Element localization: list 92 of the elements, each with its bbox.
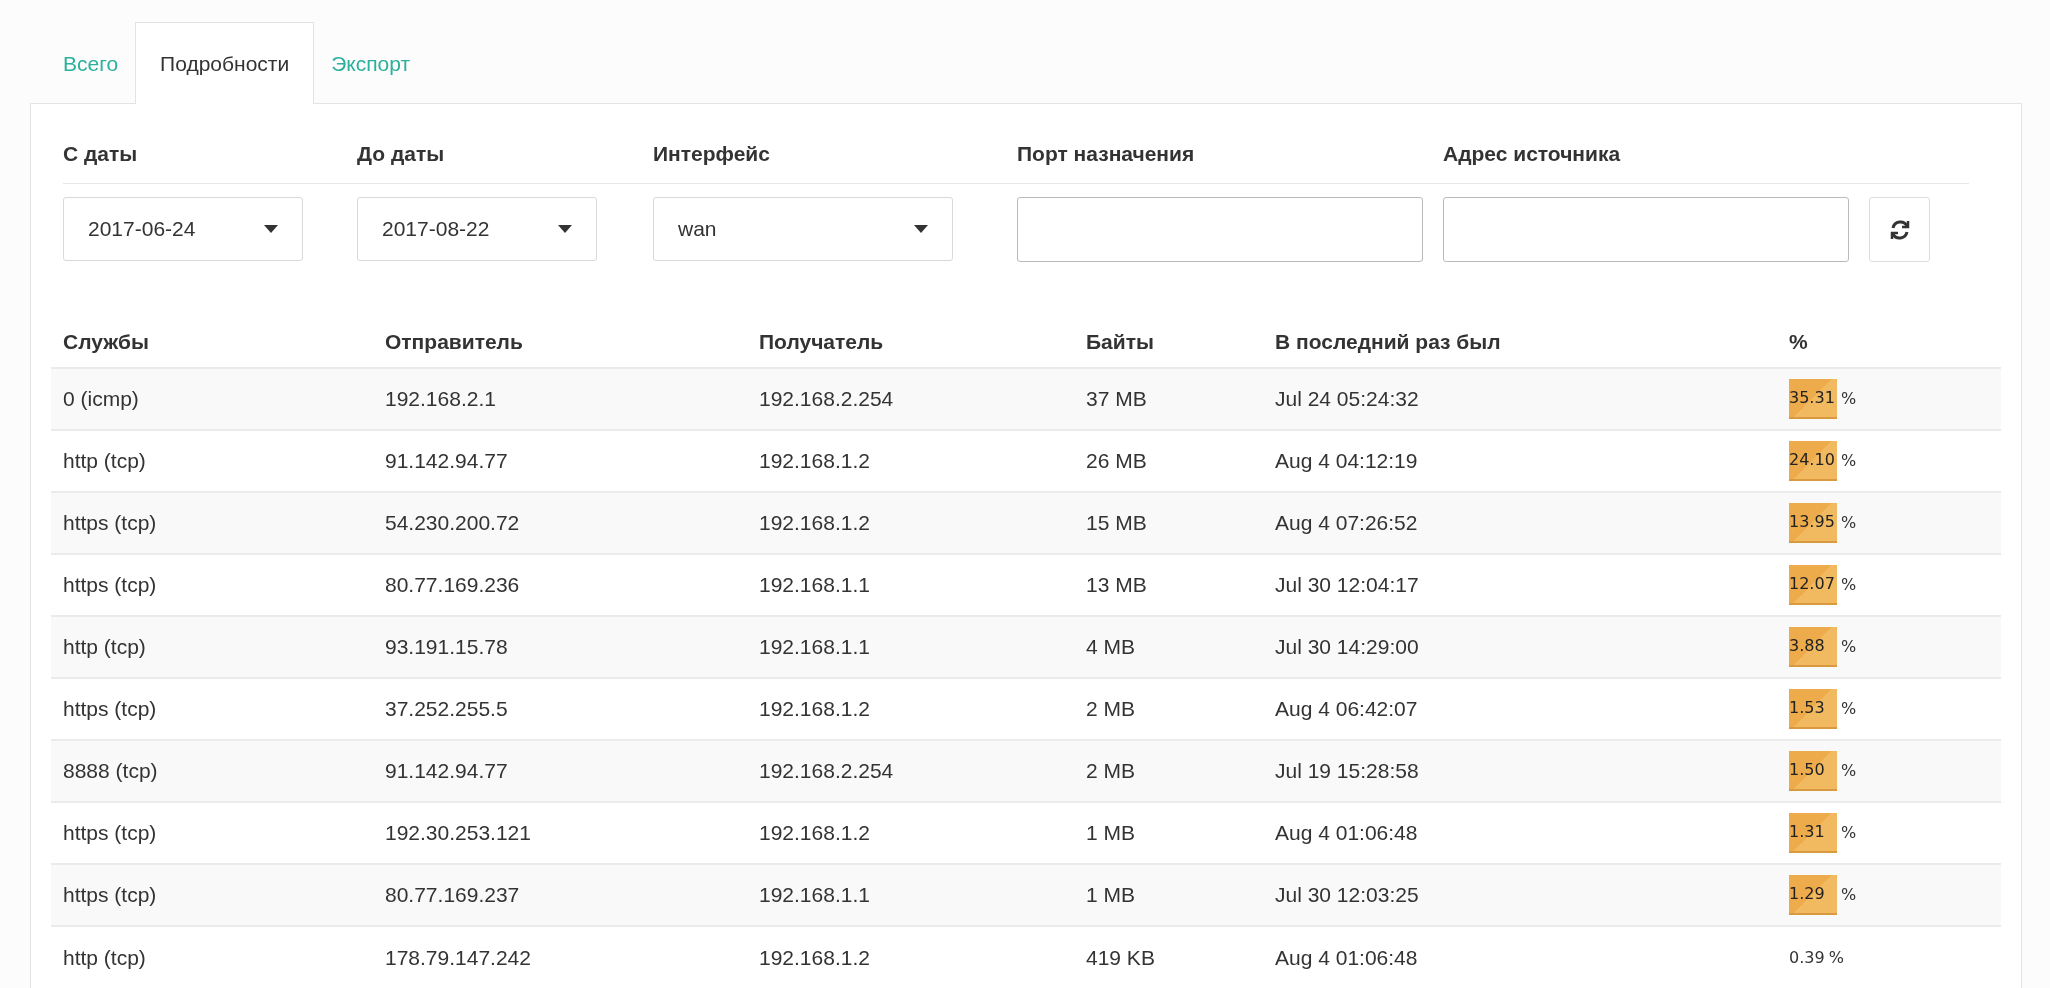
table-cell: 192.168.2.1 <box>385 387 496 411</box>
table-cell: 192.168.1.2 <box>759 449 870 473</box>
table-cell: 54.230.200.72 <box>385 511 520 535</box>
percent-unit: % <box>1841 698 1857 720</box>
table-cell: https (tcp) <box>63 511 157 535</box>
table-cell: 1 MB <box>1086 821 1135 845</box>
percent-unit: % <box>1841 512 1857 534</box>
table-cell: 26 MB <box>1086 449 1147 473</box>
dropdown-field[interactable]: wan <box>653 197 953 261</box>
table-cell: Aug 4 01:06:48 <box>1275 945 1418 969</box>
table-cell: 192.168.2.254 <box>759 387 894 411</box>
input-field[interactable] <box>1443 197 1849 262</box>
progress-bar: 1.53 <box>1789 689 1837 729</box>
table-cell: 93.191.15.78 <box>385 635 508 659</box>
table-cell: 15 MB <box>1086 511 1147 535</box>
table-cell: Jul 30 12:04:17 <box>1275 573 1419 597</box>
table-cell: https (tcp) <box>63 697 157 721</box>
filter-label: С даты <box>63 104 357 184</box>
column-header: Службы <box>63 329 149 353</box>
tab[interactable]: Подробности <box>135 22 315 104</box>
caret-icon <box>264 225 278 233</box>
table-cell: Jul 30 14:29:00 <box>1275 635 1419 659</box>
table-cell: Aug 4 01:06:48 <box>1275 821 1418 845</box>
percent-unit: % <box>1828 946 1844 969</box>
table-cell: 1 MB <box>1086 883 1135 907</box>
table-cell: 13 MB <box>1086 573 1147 597</box>
table-cell: 8888 (tcp) <box>63 759 158 783</box>
filter-label: Интерфейс <box>653 104 1017 184</box>
table-cell: http (tcp) <box>63 945 146 969</box>
table-cell: https (tcp) <box>63 821 157 845</box>
table-cell: Jul 19 15:28:58 <box>1275 759 1419 783</box>
table-cell: 192.168.1.2 <box>759 945 870 969</box>
table-cell: https (tcp) <box>63 573 157 597</box>
progress-bar: 35.31 <box>1789 379 1837 419</box>
refresh-icon <box>1888 218 1911 241</box>
column-header: Получатель <box>759 329 884 353</box>
table-cell: Jul 24 05:24:32 <box>1275 387 1419 411</box>
percent-unit: % <box>1841 450 1857 472</box>
table-cell: http (tcp) <box>63 449 146 473</box>
filter-label: Порт назначения <box>1017 104 1443 184</box>
input-field[interactable] <box>1017 197 1423 262</box>
percent-value: 0.39 <box>1789 946 1825 969</box>
percent-unit: % <box>1841 760 1857 782</box>
table-cell: 192.168.1.2 <box>759 511 870 535</box>
table-cell: 192.168.1.2 <box>759 697 870 721</box>
column-header: Байты <box>1086 329 1154 353</box>
caret-icon <box>914 225 928 233</box>
table-cell: 91.142.94.77 <box>385 449 508 473</box>
column-header: В последний раз был <box>1275 329 1501 353</box>
table-cell: 192.168.2.254 <box>759 759 894 783</box>
progress-bar: 1.29 <box>1789 875 1837 915</box>
table-cell: Aug 4 06:42:07 <box>1275 697 1418 721</box>
table-cell: 192.168.1.1 <box>759 573 870 597</box>
table-cell: 178.79.147.242 <box>385 945 531 969</box>
table-cell: https (tcp) <box>63 883 157 907</box>
percent-unit: % <box>1841 822 1857 844</box>
table-cell: Aug 4 07:26:52 <box>1275 511 1418 535</box>
filter-label: Адрес источника <box>1443 104 1869 184</box>
table-cell: 192.168.1.2 <box>759 821 870 845</box>
table-cell: 192.168.1.1 <box>759 635 870 659</box>
table-cell: 2 MB <box>1086 697 1135 721</box>
column-header: Отправитель <box>385 329 523 353</box>
table-cell: 80.77.169.237 <box>385 883 520 907</box>
column-header: % <box>1789 329 1808 353</box>
progress-bar: 1.31 <box>1789 813 1837 853</box>
table-cell: Aug 4 04:12:19 <box>1275 449 1418 473</box>
progress-bar: 13.95 <box>1789 503 1837 543</box>
table-cell: 419 KB <box>1086 945 1155 969</box>
table-cell: 91.142.94.77 <box>385 759 508 783</box>
refresh-button[interactable] <box>1869 197 1930 262</box>
table-cell: 192.30.253.121 <box>385 821 531 845</box>
table-cell: Jul 30 12:03:25 <box>1275 883 1419 907</box>
table-cell: 37.252.255.5 <box>385 697 508 721</box>
table-cell: 4 MB <box>1086 635 1135 659</box>
table-cell: 80.77.169.236 <box>385 573 520 597</box>
table-cell: 2 MB <box>1086 759 1135 783</box>
percent-unit: % <box>1841 636 1857 658</box>
percent-unit: % <box>1841 574 1857 596</box>
percent-unit: % <box>1841 388 1857 410</box>
table-cell: 37 MB <box>1086 387 1147 411</box>
dropdown-field[interactable]: 2017-08-22 <box>357 197 597 261</box>
table-cell: 0 (icmp) <box>63 387 139 411</box>
filter-label: До даты <box>357 104 653 184</box>
progress-bar: 12.07 <box>1789 565 1837 605</box>
table-cell: http (tcp) <box>63 635 146 659</box>
dropdown-field[interactable]: 2017-06-24 <box>63 197 303 261</box>
progress-bar: 1.50 <box>1789 751 1837 791</box>
percent-unit: % <box>1841 884 1857 906</box>
caret-icon <box>558 225 572 233</box>
progress-bar: 24.10 <box>1789 441 1837 481</box>
progress-bar: 3.88 <box>1789 627 1837 667</box>
table-cell: 192.168.1.1 <box>759 883 870 907</box>
